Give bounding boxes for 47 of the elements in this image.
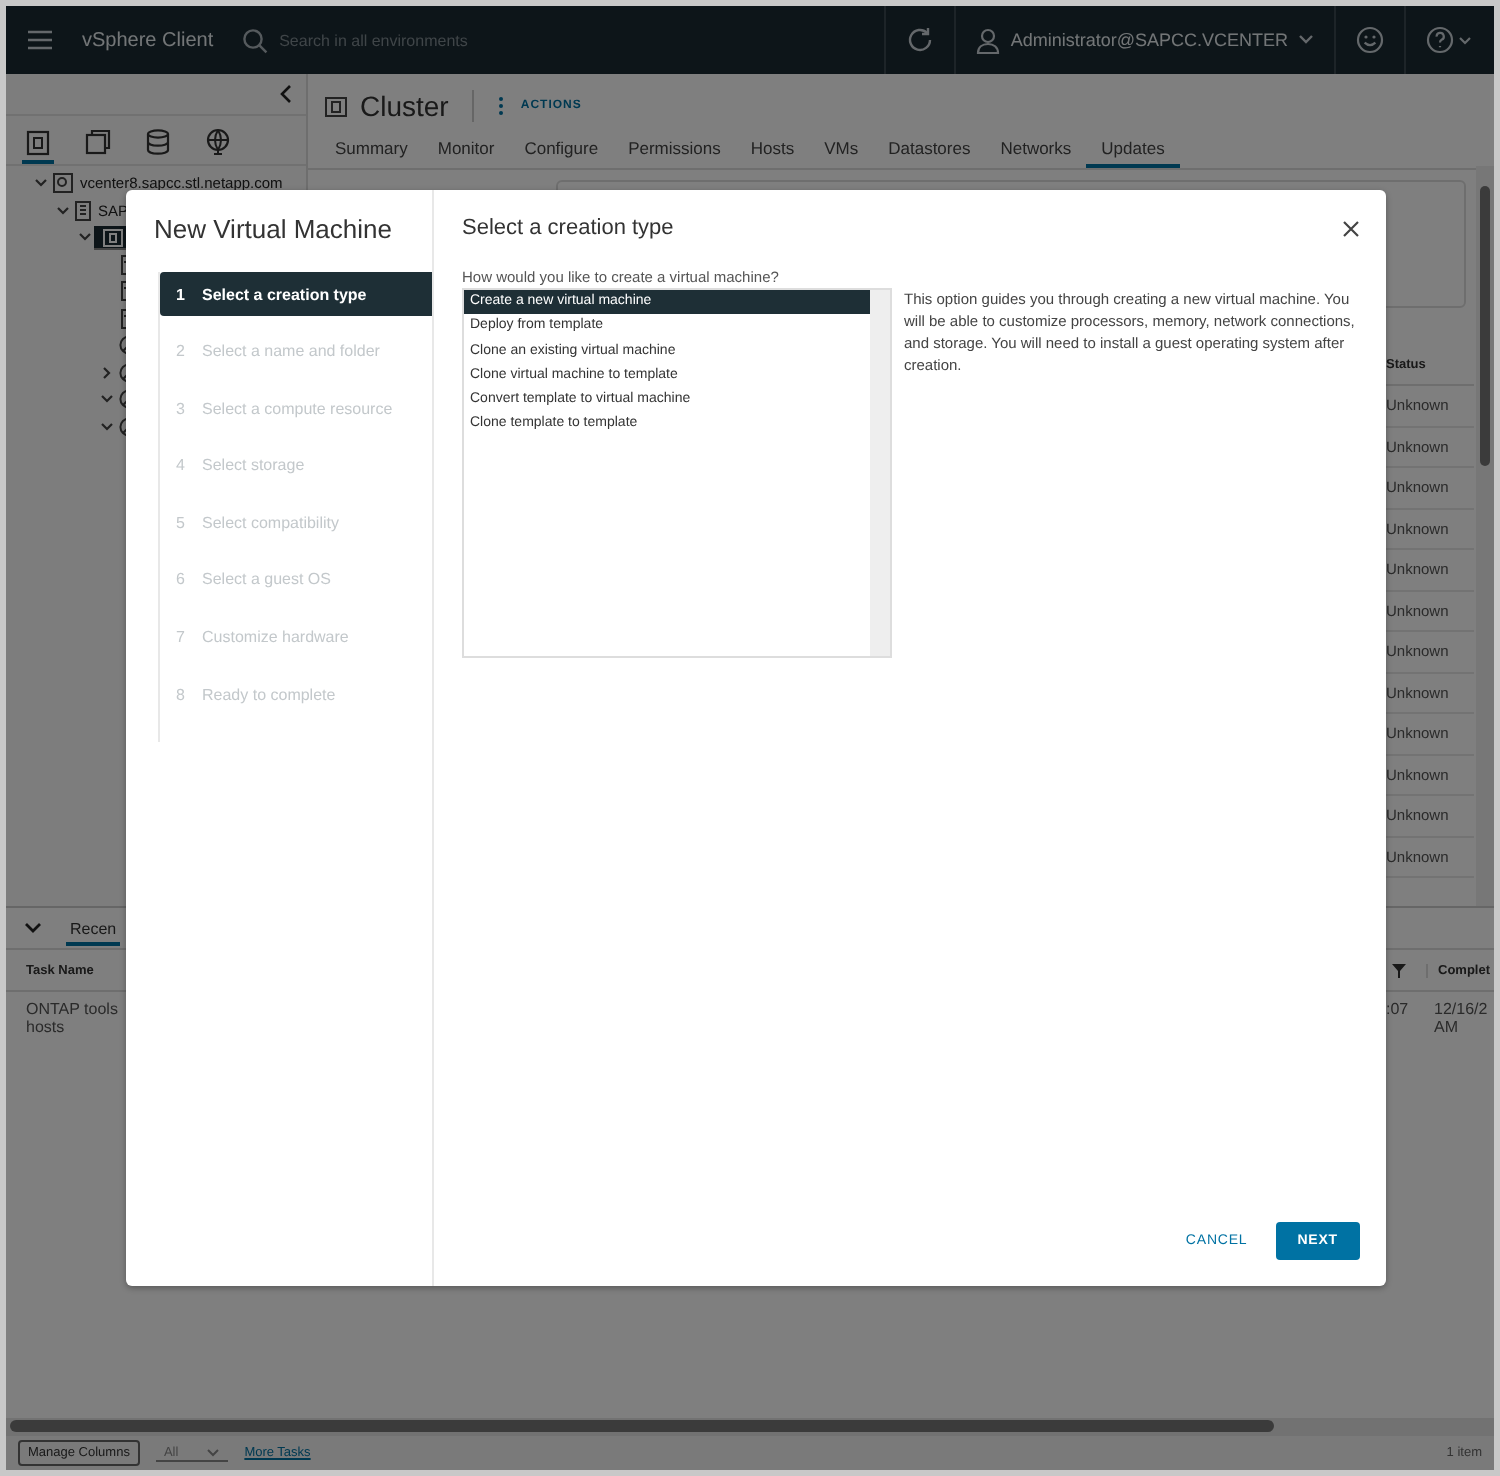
object-tab[interactable]: Datastores <box>873 130 986 168</box>
help-icon[interactable] <box>1426 26 1474 54</box>
chevron-down-icon[interactable] <box>33 178 47 189</box>
table-cell-text: AM <box>1434 1018 1460 1036</box>
app-title: vSphere Client <box>82 29 214 51</box>
object-tab[interactable]: Monitor <box>422 130 510 168</box>
recent-tasks-tab[interactable]: Recen <box>66 911 121 945</box>
vcenter-icon <box>52 172 74 195</box>
hosts-view-tab[interactable] <box>22 128 54 164</box>
chevron-right-icon[interactable] <box>101 365 111 380</box>
object-tab[interactable]: Summary <box>320 130 423 168</box>
smiley-icon[interactable] <box>1356 26 1384 54</box>
object-tab[interactable]: VMs <box>809 130 874 168</box>
vertical-scrollbar[interactable] <box>1476 166 1494 906</box>
chevron-down-icon[interactable] <box>99 421 113 432</box>
chevron-down-icon[interactable] <box>99 394 113 405</box>
table-cell-text: hosts <box>26 1018 67 1036</box>
chevron-down-icon <box>1298 34 1314 46</box>
page-title: Select a creation type <box>462 216 674 240</box>
object-tab[interactable]: Hosts <box>735 130 810 168</box>
chevron-down-icon[interactable] <box>55 205 69 216</box>
refresh-icon[interactable] <box>906 26 935 54</box>
user-menu[interactable]: Administrator@SAPCC.VCENTER <box>976 27 1314 53</box>
object-title: Cluster <box>360 90 449 122</box>
object-tab[interactable]: Permissions <box>613 130 736 168</box>
filter-icon[interactable] <box>1392 963 1406 977</box>
table-cell-text: 12/16/2 <box>1434 1000 1490 1018</box>
object-tab[interactable]: Networks <box>985 130 1087 168</box>
wizard-step[interactable]: 1 Select a creation type <box>160 272 432 316</box>
object-tab[interactable]: Updates <box>1086 130 1180 168</box>
user-icon <box>976 27 1001 53</box>
chevron-down-icon <box>206 1447 221 1457</box>
dialog-title: New Virtual Machine <box>154 214 394 244</box>
more-icon <box>498 96 505 116</box>
table-cell-text: :07 <box>1384 1000 1411 1022</box>
collapse-icon[interactable] <box>278 84 294 104</box>
table-cell-text: ONTAP tools <box>26 1000 120 1018</box>
chevron-down-icon[interactable] <box>24 922 42 934</box>
cluster-icon <box>324 94 348 118</box>
search-icon <box>241 27 268 53</box>
horizontal-scrollbar[interactable] <box>6 1418 1494 1436</box>
datacenter-icon <box>74 199 92 222</box>
close-icon[interactable] <box>1342 219 1360 237</box>
menu-icon[interactable] <box>26 28 54 52</box>
chevron-down-icon[interactable] <box>77 232 91 243</box>
scrollbar-track[interactable] <box>870 290 890 656</box>
object-tab[interactable]: Configure <box>509 130 614 168</box>
